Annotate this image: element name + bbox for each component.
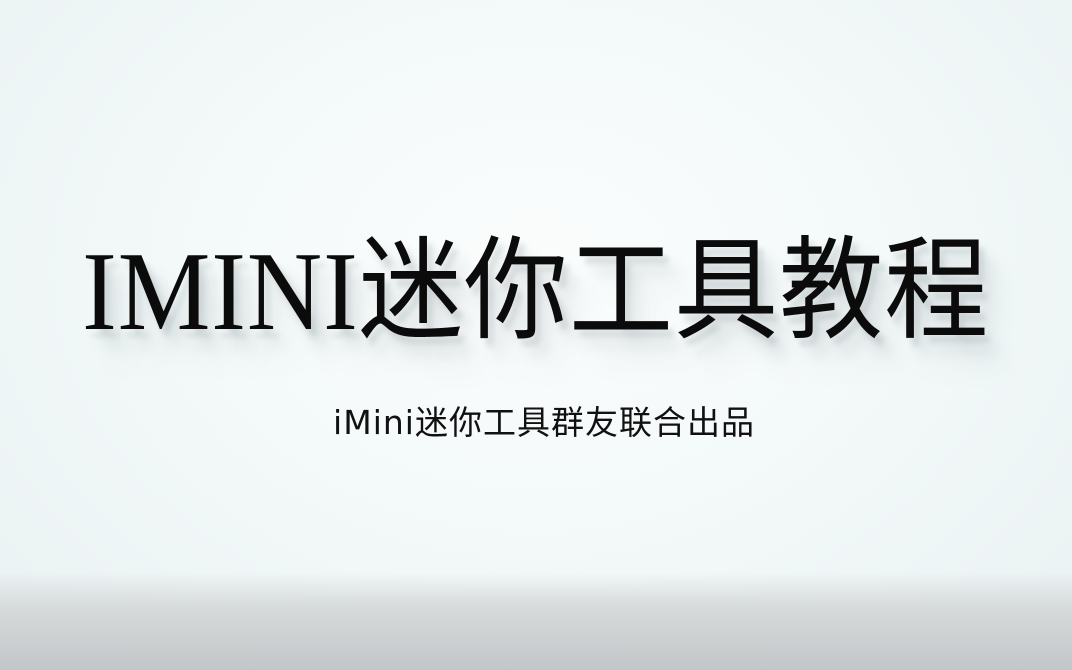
title-container: IMINI迷你工具教程 xyxy=(0,222,1072,372)
subtitle-container: iMini迷你工具群友联合出品 xyxy=(0,398,1072,448)
subtitle: iMini迷你工具群友联合出品 xyxy=(333,403,755,442)
bottom-gradient-band xyxy=(0,572,1072,670)
main-title: IMINI迷你工具教程 xyxy=(82,230,990,354)
title-card: IMINI迷你工具教程 iMini迷你工具群友联合出品 xyxy=(0,0,1072,670)
